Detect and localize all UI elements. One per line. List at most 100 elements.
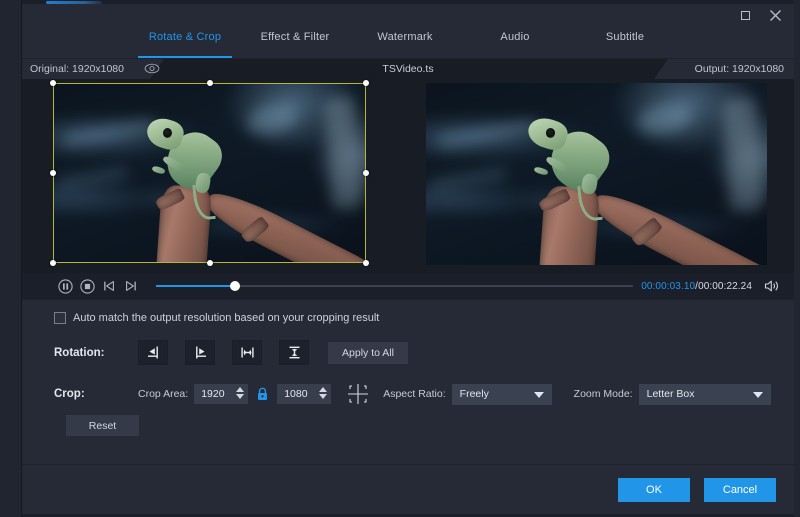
output-resolution-chip: Output: 1920x1080 [654,59,794,79]
tab-subtitle[interactable]: Subtitle [570,26,680,58]
decrement-icon[interactable] [319,394,327,399]
crop-width-arrows[interactable] [236,387,244,399]
rotate-left-icon [146,345,161,360]
output-resolution-label: Output: 1920x1080 [695,63,784,75]
ok-button[interactable]: OK [618,478,690,502]
apply-to-all-label: Apply to All [342,347,394,359]
eye-icon[interactable] [144,63,160,74]
maximize-button[interactable] [732,5,758,25]
rotation-label: Rotation: [54,347,138,359]
tab-label: Subtitle [606,31,644,43]
preview-panes [22,79,794,273]
auto-match-label: Auto match the output resolution based o… [73,312,379,324]
progress-knob[interactable] [230,281,240,291]
lock-icon [256,387,269,401]
dialog-titlebar [22,4,794,26]
close-button[interactable] [762,5,788,25]
volume-icon [764,279,780,293]
stop-button[interactable] [76,275,98,297]
next-frame-button[interactable] [120,275,142,297]
aspect-ratio-label: Aspect Ratio: [383,388,445,400]
zoom-mode-select[interactable]: Letter Box [639,384,771,405]
aspect-lock-button[interactable] [256,387,269,401]
tab-label: Watermark [377,31,432,43]
reset-row: Reset [54,415,794,436]
playback-transport-bar: 00:00:03.10/00:00:22.24 [22,273,794,299]
flip-vertical-button[interactable] [279,340,309,365]
backdrop-right-strip [794,0,800,517]
aspect-ratio-value: Freely [460,388,489,400]
editor-tabbar: Rotate & Crop Effect & Filter Watermark … [22,26,794,59]
dialog-footer: OK Cancel [22,464,794,514]
source-preview[interactable] [53,83,366,263]
chevron-down-icon [753,392,763,398]
settings-panel: Auto match the output resolution based o… [22,299,794,464]
chameleon-subject [144,117,244,207]
close-icon [769,9,782,22]
crop-width-stepper[interactable]: 1920 [194,384,248,404]
desktop-backdrop: Rotate & Crop Effect & Filter Watermark … [0,0,800,517]
zoom-mode-value: Letter Box [647,388,695,400]
crop-height-arrows[interactable] [319,387,327,399]
crop-width-value: 1920 [201,388,224,400]
total-time: 00:00:22.24 [698,281,752,292]
tab-effect-filter[interactable]: Effect & Filter [240,26,350,58]
cancel-label: Cancel [723,484,757,496]
backdrop-left-strip [0,0,22,517]
increment-icon[interactable] [319,387,327,392]
preview-area: Original: 1920x1080 TSVideo.ts Output: 1… [22,59,794,273]
crop-height-value: 1080 [284,388,307,400]
current-time: 00:00:03.10 [641,281,695,292]
cancel-button[interactable]: Cancel [704,478,776,502]
chameleon-subject [525,118,634,209]
crop-grid-icon[interactable] [347,383,369,405]
decrement-icon[interactable] [236,394,244,399]
progress-slider[interactable] [156,276,633,296]
flip-horizontal-icon [240,345,255,360]
preview-infobar: Original: 1920x1080 TSVideo.ts Output: 1… [22,59,794,79]
output-preview [426,83,767,265]
stop-icon [80,279,95,294]
crop-row: Crop: Crop Area: 1920 [54,383,794,405]
tab-rotate-crop[interactable]: Rotate & Crop [130,26,240,58]
output-video-frame [426,83,767,265]
ok-label: OK [646,484,662,496]
progress-fill [156,285,235,287]
pause-button[interactable] [54,275,76,297]
original-resolution-label: Original: 1920x1080 [30,63,124,75]
zoom-mode-label: Zoom Mode: [574,388,633,400]
flip-horizontal-button[interactable] [232,340,262,365]
volume-button[interactable] [760,275,784,297]
rotate-right-button[interactable] [185,340,215,365]
source-video-frame [53,83,366,263]
reset-label: Reset [89,420,116,432]
pause-icon [58,279,73,294]
window-controls [732,5,788,25]
crop-height-stepper[interactable]: 1080 [277,384,331,404]
tab-watermark[interactable]: Watermark [350,26,460,58]
chevron-down-icon [534,392,544,398]
auto-match-checkbox[interactable] [54,312,66,324]
rotation-row: Rotation: [54,340,794,365]
aspect-ratio-select[interactable]: Freely [452,384,552,405]
flip-vertical-icon [287,345,302,360]
maximize-icon [741,11,750,20]
rotate-right-icon [193,345,208,360]
reset-button[interactable]: Reset [66,415,139,436]
next-frame-icon [124,279,138,293]
tab-label: Rotate & Crop [149,31,221,43]
original-resolution-chip: Original: 1920x1080 [22,59,164,79]
previous-frame-button[interactable] [98,275,120,297]
increment-icon[interactable] [236,387,244,392]
crop-label: Crop: [54,388,138,400]
tab-audio[interactable]: Audio [460,26,570,58]
time-display: 00:00:03.10/00:00:22.24 [641,281,752,292]
auto-match-row: Auto match the output resolution based o… [54,312,794,324]
rotate-crop-dialog: Rotate & Crop Effect & Filter Watermark … [22,4,794,514]
previous-frame-icon [102,279,116,293]
rotate-left-button[interactable] [138,340,168,365]
crop-area-label: Crop Area: [138,388,188,400]
tab-label: Audio [500,31,529,43]
apply-to-all-button[interactable]: Apply to All [328,342,408,364]
tab-label: Effect & Filter [261,31,330,43]
